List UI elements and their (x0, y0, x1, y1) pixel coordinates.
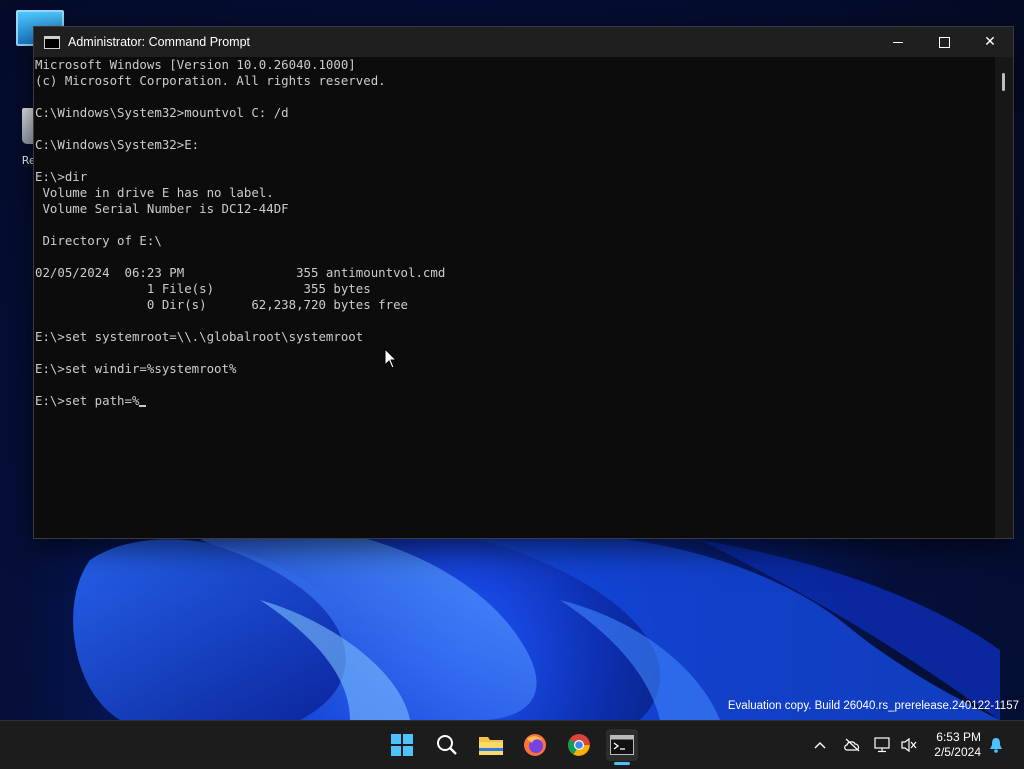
console-line: E:\>set systemroot=\\.\globalroot\system… (35, 329, 364, 344)
clock[interactable]: 6:53 PM 2/5/2024 (934, 730, 981, 760)
chrome-button[interactable] (563, 729, 595, 761)
title-bar[interactable]: Administrator: Command Prompt ✕ (34, 27, 1013, 57)
close-button[interactable]: ✕ (967, 27, 1013, 57)
firefox-icon (524, 734, 546, 756)
mouse-pointer-icon (384, 348, 398, 369)
maximize-button[interactable] (921, 27, 967, 57)
notification-bell-icon (990, 738, 1002, 753)
file-explorer-button[interactable] (475, 729, 507, 761)
command-prompt-window[interactable]: Administrator: Command Prompt ✕ Microsof… (33, 26, 1014, 539)
console-current-input: E:\>set path=% (35, 393, 140, 408)
console-line: Volume in drive E has no label. (35, 185, 274, 200)
terminal-icon (610, 735, 634, 755)
window-title: Administrator: Command Prompt (68, 35, 251, 49)
console-line: (c) Microsoft Corporation. All rights re… (35, 73, 386, 88)
console-line: Microsoft Windows [Version 10.0.26040.10… (35, 57, 356, 72)
windows-start-icon (391, 734, 413, 756)
chevron-up-icon (814, 742, 826, 749)
console-output[interactable]: Microsoft Windows [Version 10.0.26040.10… (34, 57, 995, 538)
onedrive-button[interactable] (840, 721, 864, 769)
onedrive-offline-icon (844, 738, 860, 752)
volume-muted-icon (901, 737, 917, 753)
minimize-button[interactable] (875, 27, 921, 57)
start-button[interactable] (386, 729, 418, 761)
console-line: E:\>dir (35, 169, 88, 184)
console-line: C:\Windows\System32>E: (35, 137, 200, 152)
scrollbar[interactable] (995, 57, 1013, 538)
evaluation-watermark: Evaluation copy. Build 26040.rs_prerelea… (727, 700, 1019, 712)
console-line: E:\>set windir=%systemroot% (35, 361, 237, 376)
console-input-line[interactable]: E:\>set path=% (35, 393, 995, 409)
console-line: C:\Windows\System32>mountvol C: /d (35, 105, 289, 120)
console-line: 0 Dir(s) 62,238,720 bytes free (35, 297, 408, 312)
console-line: Volume Serial Number is DC12-44DF (35, 201, 289, 216)
network-button[interactable] (872, 721, 894, 769)
chrome-icon (568, 734, 590, 756)
console-line: 1 File(s) 355 bytes (35, 281, 371, 296)
tray-overflow-button[interactable] (808, 721, 832, 769)
search-icon (437, 735, 457, 755)
volume-button[interactable] (898, 721, 920, 769)
notifications-button[interactable] (985, 721, 1007, 769)
scrollbar-thumb[interactable] (1002, 73, 1005, 91)
taskbar: 6:53 PM 2/5/2024 (0, 720, 1024, 769)
network-icon (874, 737, 890, 753)
text-cursor (139, 405, 147, 407)
terminal-button[interactable] (606, 729, 638, 761)
cmd-app-icon (44, 35, 60, 49)
clock-date: 2/5/2024 (934, 745, 981, 759)
console-line: 02/05/2024 06:23 PM 355 antimountvol.cmd (35, 265, 446, 280)
console-line: Directory of E:\ (35, 233, 162, 248)
firefox-button[interactable] (519, 729, 551, 761)
folder-icon (479, 737, 503, 755)
clock-time: 6:53 PM (936, 730, 981, 744)
active-app-indicator (614, 762, 630, 765)
search-button[interactable] (431, 729, 463, 761)
close-icon: ✕ (984, 34, 996, 50)
